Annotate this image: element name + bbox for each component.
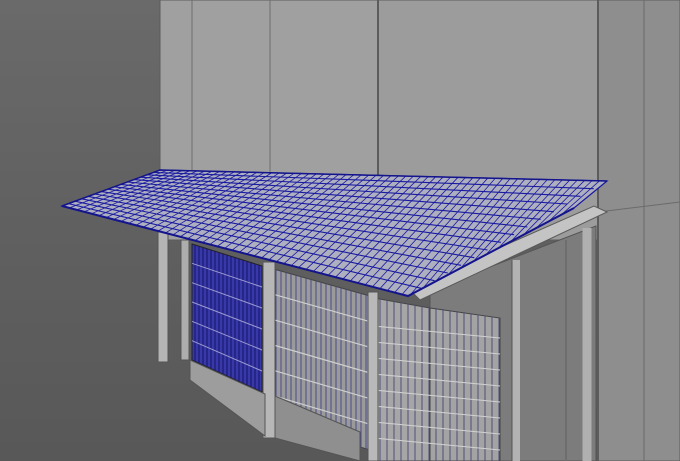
viewport-scene[interactable] <box>0 0 680 461</box>
3d-viewport[interactable] <box>0 0 680 461</box>
post <box>180 239 190 361</box>
sliding-shoji-doors[interactable] <box>367 291 501 461</box>
left-posts[interactable] <box>157 231 190 363</box>
building-face-right <box>597 0 680 461</box>
post <box>157 231 169 363</box>
door-post <box>367 291 379 461</box>
